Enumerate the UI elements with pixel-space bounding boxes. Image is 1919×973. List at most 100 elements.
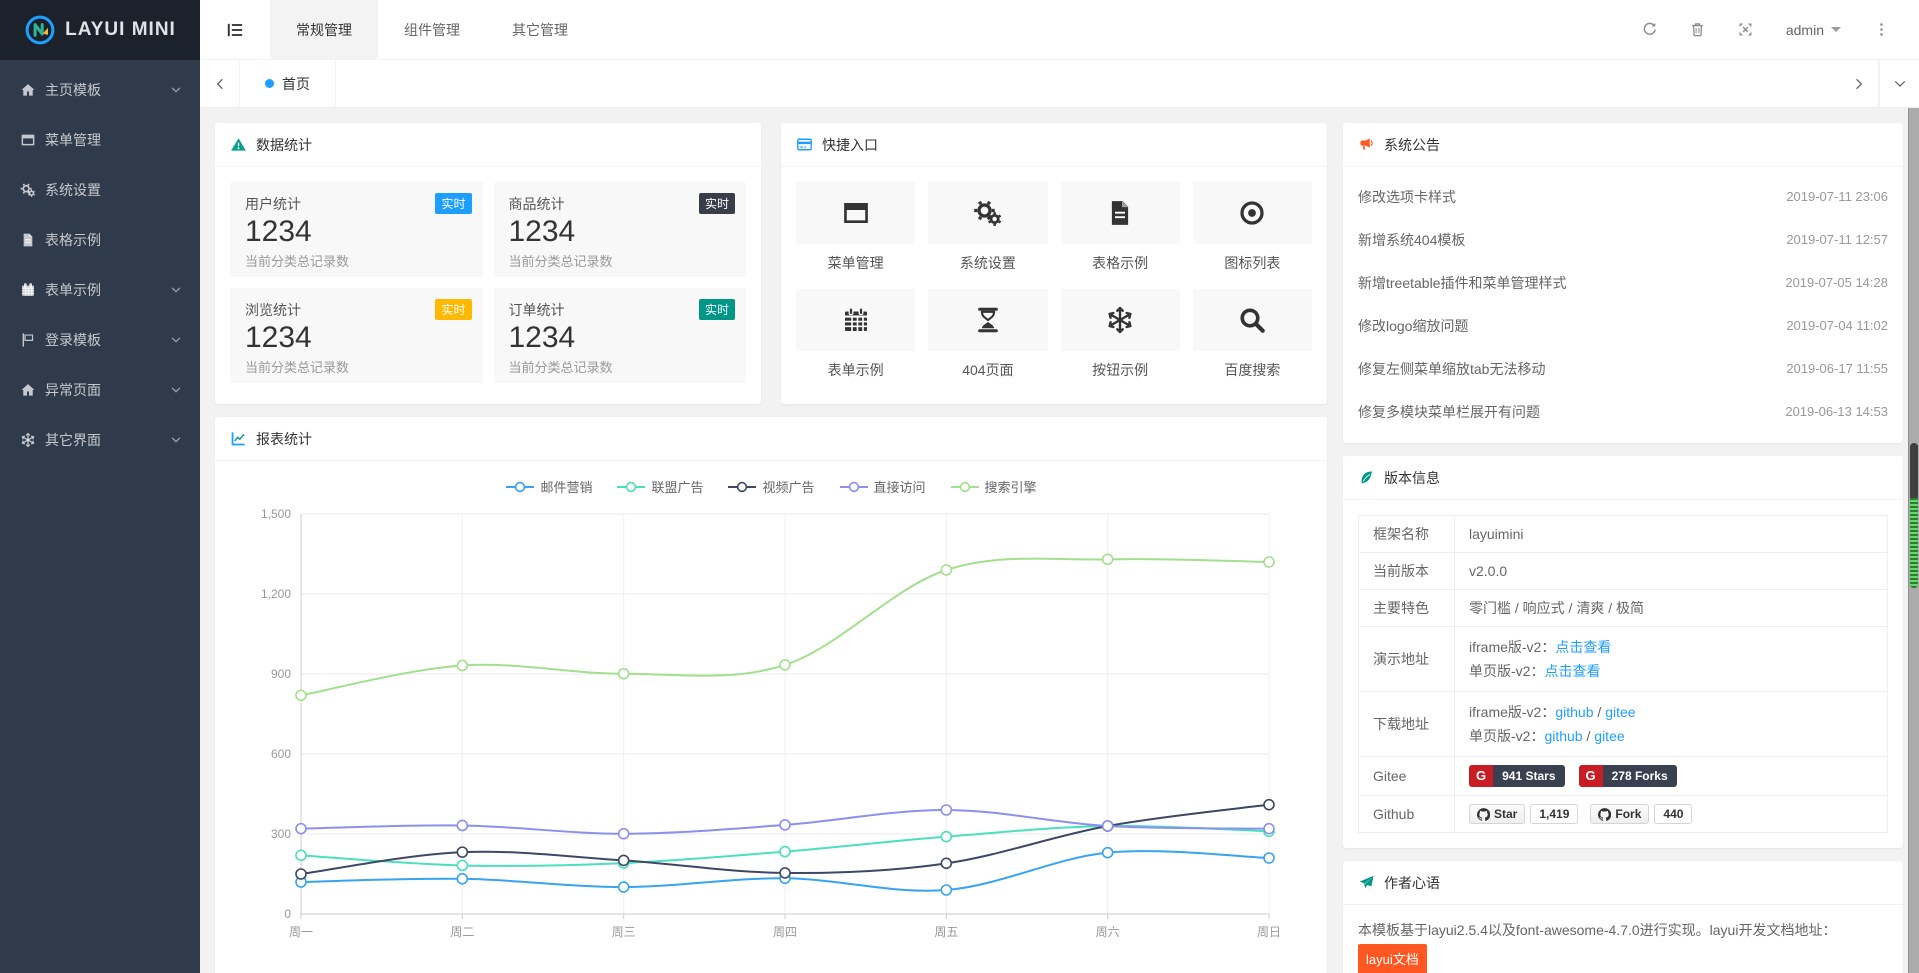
chevron-right-icon — [1852, 77, 1866, 91]
quick-entry-5[interactable]: 表单示例 — [796, 289, 915, 380]
version-link[interactable]: gitee — [1594, 728, 1624, 744]
announcement-row-6[interactable]: 修复多模块菜单栏展开有问题2019-06-13 14:53 — [1358, 390, 1888, 433]
sidebar-item-1[interactable]: 主页模板 — [0, 65, 200, 115]
announcement-row-2[interactable]: 新增系统404模板2019-07-11 12:57 — [1358, 218, 1888, 261]
data-point[interactable] — [1103, 554, 1113, 564]
github-fork-button[interactable]: Fork — [1590, 804, 1649, 824]
legend-item-5[interactable]: 搜索引擎 — [950, 477, 1037, 496]
version-link[interactable]: github — [1544, 728, 1582, 744]
user-dropdown[interactable]: admin — [1770, 0, 1857, 60]
stat-box-1[interactable]: 用户统计1234当前分类总记录数实时 — [230, 182, 483, 277]
stat-box-4[interactable]: 订单统计1234当前分类总记录数实时 — [494, 288, 747, 383]
sidebar-item-4[interactable]: 表格示例 — [0, 215, 200, 265]
sidebar-item-2[interactable]: 菜单管理 — [0, 115, 200, 165]
sidebar-item-6[interactable]: 登录模板 — [0, 315, 200, 365]
data-point[interactable] — [457, 874, 467, 884]
data-point[interactable] — [941, 858, 951, 868]
announcement-row-3[interactable]: 新增treetable插件和菜单管理样式2019-07-05 14:28 — [1358, 261, 1888, 304]
announcement-row-4[interactable]: 修改logo缩放问题2019-07-04 11:02 — [1358, 304, 1888, 347]
sidebar-item-3[interactable]: 系统设置 — [0, 165, 200, 215]
layui-doc-badge[interactable]: layui文档 — [1358, 944, 1427, 973]
legend-item-2[interactable]: 联盟广告 — [616, 477, 703, 496]
refresh-button[interactable] — [1626, 0, 1674, 60]
trash-button[interactable] — [1674, 0, 1722, 60]
version-link[interactable]: gitee — [1605, 704, 1635, 720]
navbar-tab-3[interactable]: 其它管理 — [486, 0, 594, 59]
tab-menu-button[interactable] — [1879, 60, 1919, 107]
fullscreen-button[interactable] — [1722, 0, 1770, 60]
data-point[interactable] — [780, 868, 790, 878]
announcement-row-1[interactable]: 修改选项卡样式2019-07-11 23:06 — [1358, 175, 1888, 218]
data-point[interactable] — [1264, 800, 1274, 810]
data-point[interactable] — [457, 860, 467, 870]
legend-item-1[interactable]: 邮件营销 — [505, 477, 592, 496]
data-point[interactable] — [780, 660, 790, 670]
data-point[interactable] — [457, 820, 467, 830]
legend-item-4[interactable]: 直接访问 — [839, 477, 926, 496]
legend-marker-icon — [950, 481, 980, 493]
navbar-tab-1[interactable]: 常规管理 — [270, 0, 378, 59]
data-point[interactable] — [296, 850, 306, 860]
data-point[interactable] — [941, 565, 951, 575]
data-point[interactable] — [1103, 821, 1113, 831]
tab-scroll-left-button[interactable] — [200, 60, 240, 107]
github-count[interactable]: 1,419 — [1530, 804, 1578, 824]
data-point[interactable] — [457, 847, 467, 857]
quick-entry-4[interactable]: 图标列表 — [1193, 182, 1312, 273]
github-star-button[interactable]: Star — [1469, 804, 1525, 824]
gitee-badge[interactable]: G941 Stars — [1469, 765, 1565, 787]
data-point[interactable] — [941, 805, 951, 815]
data-point[interactable] — [296, 824, 306, 834]
announcement-title: 新增系统404模板 — [1358, 230, 1465, 250]
tab-home[interactable]: 首页 — [240, 60, 336, 107]
data-point[interactable] — [619, 855, 629, 865]
data-point[interactable] — [619, 829, 629, 839]
legend-item-3[interactable]: 视频广告 — [727, 477, 814, 496]
github-count[interactable]: 440 — [1654, 804, 1692, 824]
announcement-row-5[interactable]: 修复左侧菜单缩放tab无法移动2019-06-17 11:55 — [1358, 347, 1888, 390]
file-icon — [20, 232, 36, 248]
version-link[interactable]: 点击查看 — [1555, 639, 1611, 655]
logo[interactable]: LAYUI MINI — [0, 0, 200, 60]
quick-entry-1[interactable]: 菜单管理 — [796, 182, 915, 273]
data-point[interactable] — [780, 820, 790, 830]
quick-entry-2[interactable]: 系统设置 — [928, 182, 1047, 273]
scrollbar-track[interactable] — [1908, 108, 1919, 973]
quick-entry-3[interactable]: 表格示例 — [1061, 182, 1180, 273]
data-point[interactable] — [780, 847, 790, 857]
stat-box-2[interactable]: 商品统计1234当前分类总记录数实时 — [494, 182, 747, 277]
version-link[interactable]: 点击查看 — [1544, 663, 1600, 679]
sidebar-item-8[interactable]: 其它界面 — [0, 415, 200, 465]
quick-entry-7[interactable]: 按钮示例 — [1061, 289, 1180, 380]
data-point[interactable] — [1264, 557, 1274, 567]
version-link[interactable]: github — [1555, 704, 1593, 720]
data-point[interactable] — [1103, 848, 1113, 858]
data-point[interactable] — [941, 832, 951, 842]
tab-scroll-right-button[interactable] — [1839, 60, 1879, 107]
data-point[interactable] — [296, 690, 306, 700]
more-options-button[interactable] — [1857, 0, 1905, 60]
navbar-right: admin — [1626, 0, 1919, 59]
quick-entry-label: 404页面 — [928, 360, 1047, 380]
announcement-title: 修改logo缩放问题 — [1358, 316, 1468, 336]
stats-card: 数据统计 用户统计1234当前分类总记录数实时商品统计1234当前分类总记录数实… — [215, 123, 761, 404]
data-point[interactable] — [941, 885, 951, 895]
data-point[interactable] — [619, 669, 629, 679]
stat-badge: 实时 — [699, 299, 735, 320]
stat-desc: 当前分类总记录数 — [245, 251, 468, 270]
navbar-tab-2[interactable]: 组件管理 — [378, 0, 486, 59]
stat-box-3[interactable]: 浏览统计1234当前分类总记录数实时 — [230, 288, 483, 383]
sidebar-item-5[interactable]: 表单示例 — [0, 265, 200, 315]
data-point[interactable] — [457, 660, 467, 670]
sidebar-item-7[interactable]: 异常页面 — [0, 365, 200, 415]
collapse-menu-button[interactable] — [200, 0, 270, 59]
data-point[interactable] — [619, 882, 629, 892]
scrollbar-thumb[interactable] — [1910, 443, 1918, 588]
quick-entry-8[interactable]: 百度搜索 — [1193, 289, 1312, 380]
stat-value: 1234 — [245, 320, 468, 356]
data-point[interactable] — [296, 869, 306, 879]
gitee-badge[interactable]: G278 Forks — [1579, 765, 1677, 787]
data-point[interactable] — [1264, 824, 1274, 834]
quick-entry-6[interactable]: 404页面 — [928, 289, 1047, 380]
data-point[interactable] — [1264, 853, 1274, 863]
